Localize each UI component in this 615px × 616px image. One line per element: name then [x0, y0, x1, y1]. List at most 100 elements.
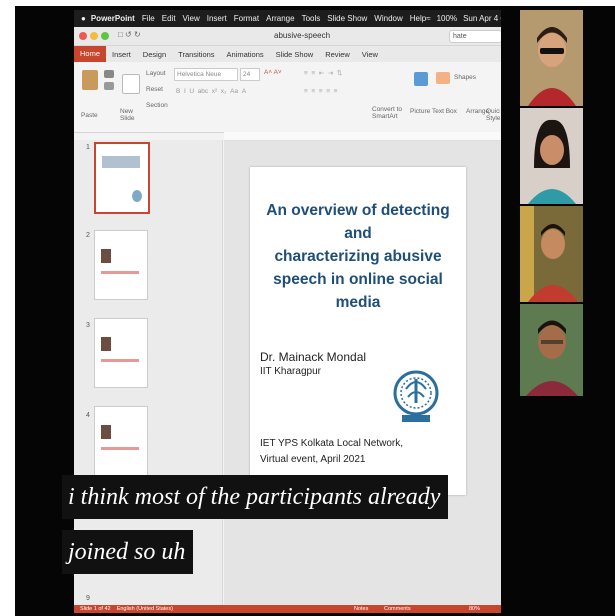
thumb-number: 1 [86, 144, 90, 151]
thumb-underline [101, 447, 139, 450]
quick-access-toolbar[interactable]: □ ↺ ↻ [118, 30, 141, 39]
thumb-logo [132, 190, 142, 202]
thumb-photo [101, 249, 111, 263]
thumb-title-lines [102, 156, 140, 168]
ribbon-home: Paste New Slide Layout Reset Section Hel… [74, 62, 501, 133]
iit-kharagpur-logo [393, 370, 439, 422]
slide-thumbnail-1[interactable] [94, 142, 150, 214]
section-button[interactable]: Section [146, 102, 168, 109]
slide-event[interactable]: IET YPS Kolkata Local Network, [260, 438, 403, 449]
thumb-underline [101, 359, 139, 362]
participant-portrait [520, 304, 583, 396]
slide-thumbnail-2[interactable] [94, 230, 148, 300]
menu-slide-show[interactable]: Slide Show [327, 14, 367, 23]
picture-icon[interactable] [414, 72, 428, 86]
horizontal-ruler [224, 132, 501, 141]
reset-button[interactable]: Reset [146, 86, 163, 93]
text-box-label[interactable]: Text Box [432, 108, 457, 115]
tab-design[interactable]: Design [137, 50, 172, 59]
screen: ● PowerPoint File Edit View Insert Forma… [0, 0, 615, 616]
tab-transitions[interactable]: Transitions [172, 50, 220, 59]
zoom-level[interactable]: 80% [469, 605, 480, 613]
slide-title[interactable]: An overview of detecting and characteriz… [256, 199, 460, 314]
shapes-label[interactable]: Shapes [454, 74, 476, 81]
slide-affiliation[interactable]: IIT Kharagpur [260, 366, 321, 377]
picture-label[interactable]: Picture [410, 108, 430, 115]
slide-author[interactable]: Dr. Mainack Mondal [260, 350, 366, 364]
slide-thumbnail-4[interactable] [94, 406, 148, 476]
font-size-buttons[interactable]: A˄ A˅ [264, 69, 282, 76]
copy-icon[interactable] [104, 82, 114, 90]
slide-canvas: An overview of detecting and characteriz… [224, 141, 501, 613]
ribbon-tabs: Home Insert Design Transitions Animation… [74, 46, 501, 62]
thumb-number: 9 [86, 595, 90, 602]
tab-animations[interactable]: Animations [221, 50, 270, 59]
notes-button[interactable]: Notes [354, 605, 368, 613]
thumb-photo [101, 425, 111, 439]
slide-date[interactable]: Virtual event, April 2021 [260, 454, 365, 465]
status-slide-info: Slide 1 of 42 [80, 606, 111, 612]
participant-portrait [520, 10, 583, 106]
slide-thumbnail-3[interactable] [94, 318, 148, 388]
apple-icon[interactable]: ● [81, 14, 86, 23]
tab-view[interactable]: View [356, 50, 384, 59]
clock[interactable]: Sun Apr 4 6:50:22 PM [463, 14, 501, 23]
thumb-number: 4 [86, 412, 90, 419]
tab-review[interactable]: Review [319, 50, 356, 59]
caption-line-1: i think most of the participants already [62, 475, 449, 519]
minimize-window-icon[interactable] [90, 32, 98, 40]
status-language[interactable]: English (United States) [117, 606, 173, 612]
paste-icon[interactable] [82, 70, 98, 90]
new-slide-label[interactable]: New Slide [120, 108, 142, 122]
menu-arrange[interactable]: Arrange [266, 14, 294, 23]
caption-line-2: joined so uh [62, 530, 194, 574]
menu-file[interactable]: File [142, 14, 155, 23]
powerpoint-window: ● PowerPoint File Edit View Insert Forma… [74, 10, 501, 613]
layout-button[interactable]: Layout [146, 70, 166, 77]
mac-menu-bar: ● PowerPoint File Edit View Insert Forma… [74, 10, 501, 27]
shapes-icon[interactable] [436, 72, 450, 84]
title-bar: □ ↺ ↻ abusive-speech hate [74, 27, 501, 46]
participant-portrait [520, 108, 583, 204]
status-bar: Slide 1 of 42 English (United States) No… [74, 605, 501, 613]
font-name-field[interactable]: Helvetica Neue [174, 68, 238, 81]
menu-tools[interactable]: Tools [302, 14, 321, 23]
quick-styles-label[interactable]: Quick Styles [486, 108, 500, 122]
participant-video-3 [520, 206, 583, 302]
font-format-buttons[interactable]: B I U abc x² x₂ Aa A [176, 88, 246, 95]
menu-window[interactable]: Window [374, 14, 402, 23]
menu-view[interactable]: View [183, 14, 200, 23]
align-buttons[interactable]: ≡ ≡ ≡ ≡ ≡ [304, 88, 337, 95]
comments-button[interactable]: Comments [384, 605, 411, 613]
tab-home[interactable]: Home [74, 46, 107, 62]
font-size-field[interactable]: 24 [240, 68, 260, 81]
paste-label[interactable]: Paste [81, 112, 98, 119]
battery-percent[interactable]: 100% [437, 14, 457, 23]
search-input[interactable]: hate [449, 30, 501, 43]
thumb-number: 2 [86, 232, 90, 239]
tab-slide-show[interactable]: Slide Show [270, 50, 320, 59]
slide[interactable]: An overview of detecting and characteriz… [250, 167, 466, 495]
convert-smartart-button[interactable]: Convert to SmartArt [372, 106, 404, 120]
zoom-window-icon[interactable] [101, 32, 109, 40]
menu-help[interactable]: Help [410, 14, 426, 23]
thumb-number: 3 [86, 322, 90, 329]
participant-portrait [520, 206, 583, 302]
slide-title-line: speech in online social media [273, 271, 443, 311]
participant-video-1 [520, 10, 583, 106]
menu-insert[interactable]: Insert [207, 14, 227, 23]
slide-title-line: An overview of detecting and [266, 202, 450, 242]
menu-format[interactable]: Format [234, 14, 259, 23]
close-window-icon[interactable] [79, 32, 87, 40]
participant-video-2 [520, 108, 583, 204]
list-buttons[interactable]: ≡ ≡ ⇤ ⇥ ⇅ [304, 69, 342, 77]
thumb-photo [101, 337, 111, 351]
menu-app-name[interactable]: PowerPoint [91, 14, 135, 23]
thumb-underline [101, 271, 139, 274]
menu-edit[interactable]: Edit [162, 14, 176, 23]
cut-icon[interactable] [104, 70, 114, 78]
wifi-icon[interactable]: ≈ [426, 14, 430, 23]
tab-insert[interactable]: Insert [106, 50, 137, 59]
new-slide-icon[interactable] [122, 74, 140, 94]
document-title: abusive-speech [274, 31, 331, 40]
